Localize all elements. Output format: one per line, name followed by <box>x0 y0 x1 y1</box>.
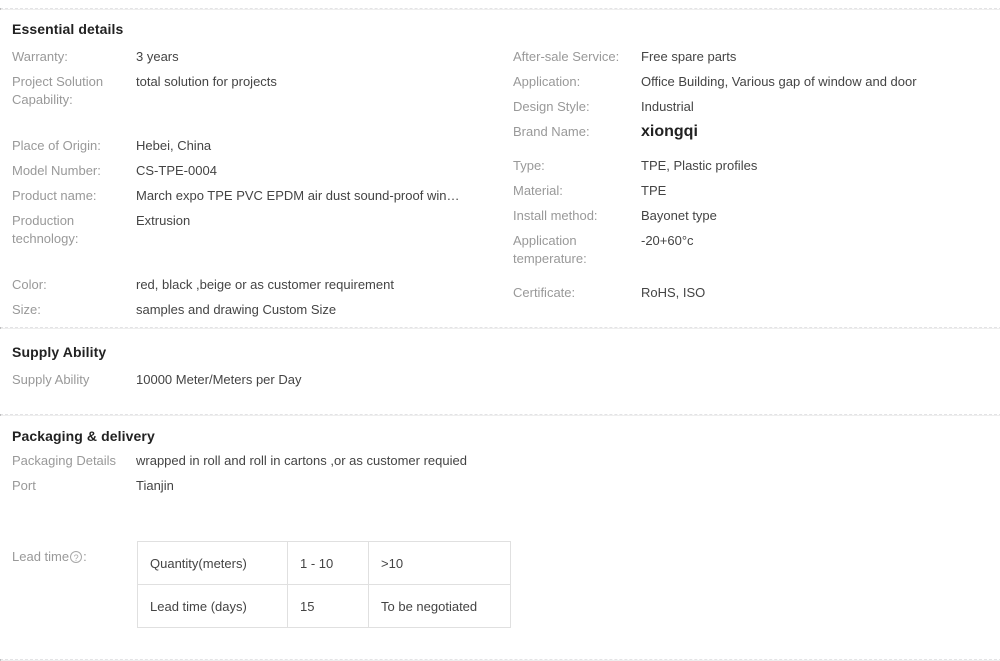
spec-label-model-number: Model Number: <box>12 163 101 178</box>
supply-ability-value: 10000 Meter/Meters per Day <box>136 372 302 387</box>
lead-time-table: Quantity(meters) 1 - 10 >10 Lead time (d… <box>137 541 511 628</box>
table-row: Quantity(meters) 1 - 10 >10 <box>137 541 511 585</box>
spec-row-place-of-origin: Place of Origin: Hebei, China <box>12 137 492 155</box>
port-value: Tianjin <box>136 478 174 493</box>
spec-value-size: samples and drawing Custom Size <box>136 302 337 317</box>
spec-value-type: TPE, Plastic profiles <box>641 158 758 173</box>
spec-label-size: Size: <box>12 302 41 317</box>
spec-value-production-technology: Extrusion <box>136 213 191 228</box>
spec-value-place-of-origin: Hebei, China <box>136 138 212 153</box>
lead-time-cell-quantity-range-2: >10 <box>368 541 511 585</box>
spec-label-product-name: Product name: <box>12 188 97 203</box>
section-divider-top <box>0 7 1000 10</box>
spec-label-production-technology: Production technology: <box>12 213 79 246</box>
section-divider-bottom <box>0 658 1000 661</box>
packaging-details-row: Packaging Details wrapped in roll and ro… <box>12 452 812 470</box>
spec-label-application-temperature: Application temperature: <box>513 233 587 266</box>
spec-value-model-number: CS-TPE-0004 <box>136 163 217 178</box>
spec-value-certificate: RoHS, ISO <box>641 285 706 300</box>
lead-time-label: Lead time?: <box>12 548 87 566</box>
section-divider-essential-supply <box>0 326 1000 329</box>
lead-time-label-colon: : <box>83 549 87 564</box>
spec-row-type: Type: TPE, Plastic profiles <box>513 157 993 175</box>
lead-time-cell-quantity-header: Quantity(meters) <box>137 541 288 585</box>
lead-time-cell-days-header: Lead time (days) <box>137 584 288 628</box>
table-row: Lead time (days) 15 To be negotiated <box>137 584 511 628</box>
spec-row-model-number: Model Number: CS-TPE-0004 <box>12 162 492 180</box>
spec-value-color: red, black ,beige or as customer require… <box>136 277 394 292</box>
section-title-packaging-delivery: Packaging & delivery <box>12 428 155 444</box>
section-title-essential-details: Essential details <box>12 21 124 37</box>
spec-row-color: Color: red, black ,beige or as customer … <box>12 276 492 294</box>
spec-value-brand-name: xiongqi <box>641 123 698 140</box>
spec-value-material: TPE <box>641 183 667 198</box>
supply-ability-row: Supply Ability 10000 Meter/Meters per Da… <box>12 371 812 389</box>
spec-value-design-style: Industrial <box>641 99 694 114</box>
section-divider-supply-packaging <box>0 413 1000 416</box>
packaging-details-label: Packaging Details <box>12 453 117 468</box>
spec-value-application: Office Building, Various gap of window a… <box>641 74 917 89</box>
spec-value-product-name: March expo TPE PVC EPDM air dust sound-p… <box>136 188 460 203</box>
spec-row-application-temperature: Application temperature: -20+60°c <box>513 232 993 268</box>
spec-row-size: Size: samples and drawing Custom Size <box>12 301 492 319</box>
spec-label-material: Material: <box>513 183 563 198</box>
spec-label-design-style: Design Style: <box>513 99 590 114</box>
spec-value-warranty: 3 years <box>136 49 179 64</box>
spec-value-install-method: Bayonet type <box>641 208 717 223</box>
spec-label-application: Application: <box>513 74 581 89</box>
spec-row-warranty: Warranty: 3 years <box>12 48 492 66</box>
spec-label-warranty: Warranty: <box>12 49 68 64</box>
spec-row-material: Material: TPE <box>513 182 993 200</box>
supply-ability-label: Supply Ability <box>12 372 90 387</box>
product-detail-page: Essential details Warranty: 3 years Proj… <box>0 0 1000 661</box>
section-title-supply-ability: Supply Ability <box>12 344 107 360</box>
spec-value-after-sale-service: Free spare parts <box>641 49 737 64</box>
spec-row-certificate: Certificate: RoHS, ISO <box>513 284 993 302</box>
port-label: Port <box>12 478 36 493</box>
spec-label-brand-name: Brand Name: <box>513 124 590 139</box>
spec-row-install-method: Install method: Bayonet type <box>513 207 993 225</box>
help-question-icon[interactable]: ? <box>70 551 83 563</box>
port-row: Port Tianjin <box>12 477 812 495</box>
spec-label-install-method: Install method: <box>513 208 598 223</box>
lead-time-label-text: Lead time <box>12 549 70 564</box>
spec-value-application-temperature: -20+60°c <box>641 233 694 248</box>
spec-row-design-style: Design Style: Industrial <box>513 98 993 116</box>
spec-row-production-technology: Production technology: Extrusion <box>12 212 492 248</box>
spec-label-place-of-origin: Place of Origin: <box>12 138 101 153</box>
lead-time-cell-days-value-1: 15 <box>287 584 369 628</box>
spec-label-color: Color: <box>12 277 47 292</box>
spec-row-product-name: Product name: March expo TPE PVC EPDM ai… <box>12 187 492 205</box>
spec-row-project-solution-capability: Project Solution Capability: total solut… <box>12 73 492 109</box>
essential-details-right-column: After-sale Service: Free spare parts App… <box>513 48 993 309</box>
spec-value-project-solution-capability: total solution for projects <box>136 74 277 89</box>
lead-time-cell-quantity-range-1: 1 - 10 <box>287 541 369 585</box>
spec-row-after-sale-service: After-sale Service: Free spare parts <box>513 48 993 66</box>
packaging-details-value: wrapped in roll and roll in cartons ,or … <box>136 453 467 468</box>
lead-time-cell-days-value-2: To be negotiated <box>368 584 511 628</box>
spec-label-project-solution-capability: Project Solution Capability: <box>12 74 104 107</box>
spec-label-type: Type: <box>513 158 545 173</box>
essential-details-left-column: Warranty: 3 years Project Solution Capab… <box>12 48 492 326</box>
spec-row-brand-name: Brand Name: xiongqi <box>513 123 993 141</box>
spec-row-application: Application: Office Building, Various ga… <box>513 73 993 91</box>
spec-label-after-sale-service: After-sale Service: <box>513 49 620 64</box>
spec-label-certificate: Certificate: <box>513 285 576 300</box>
